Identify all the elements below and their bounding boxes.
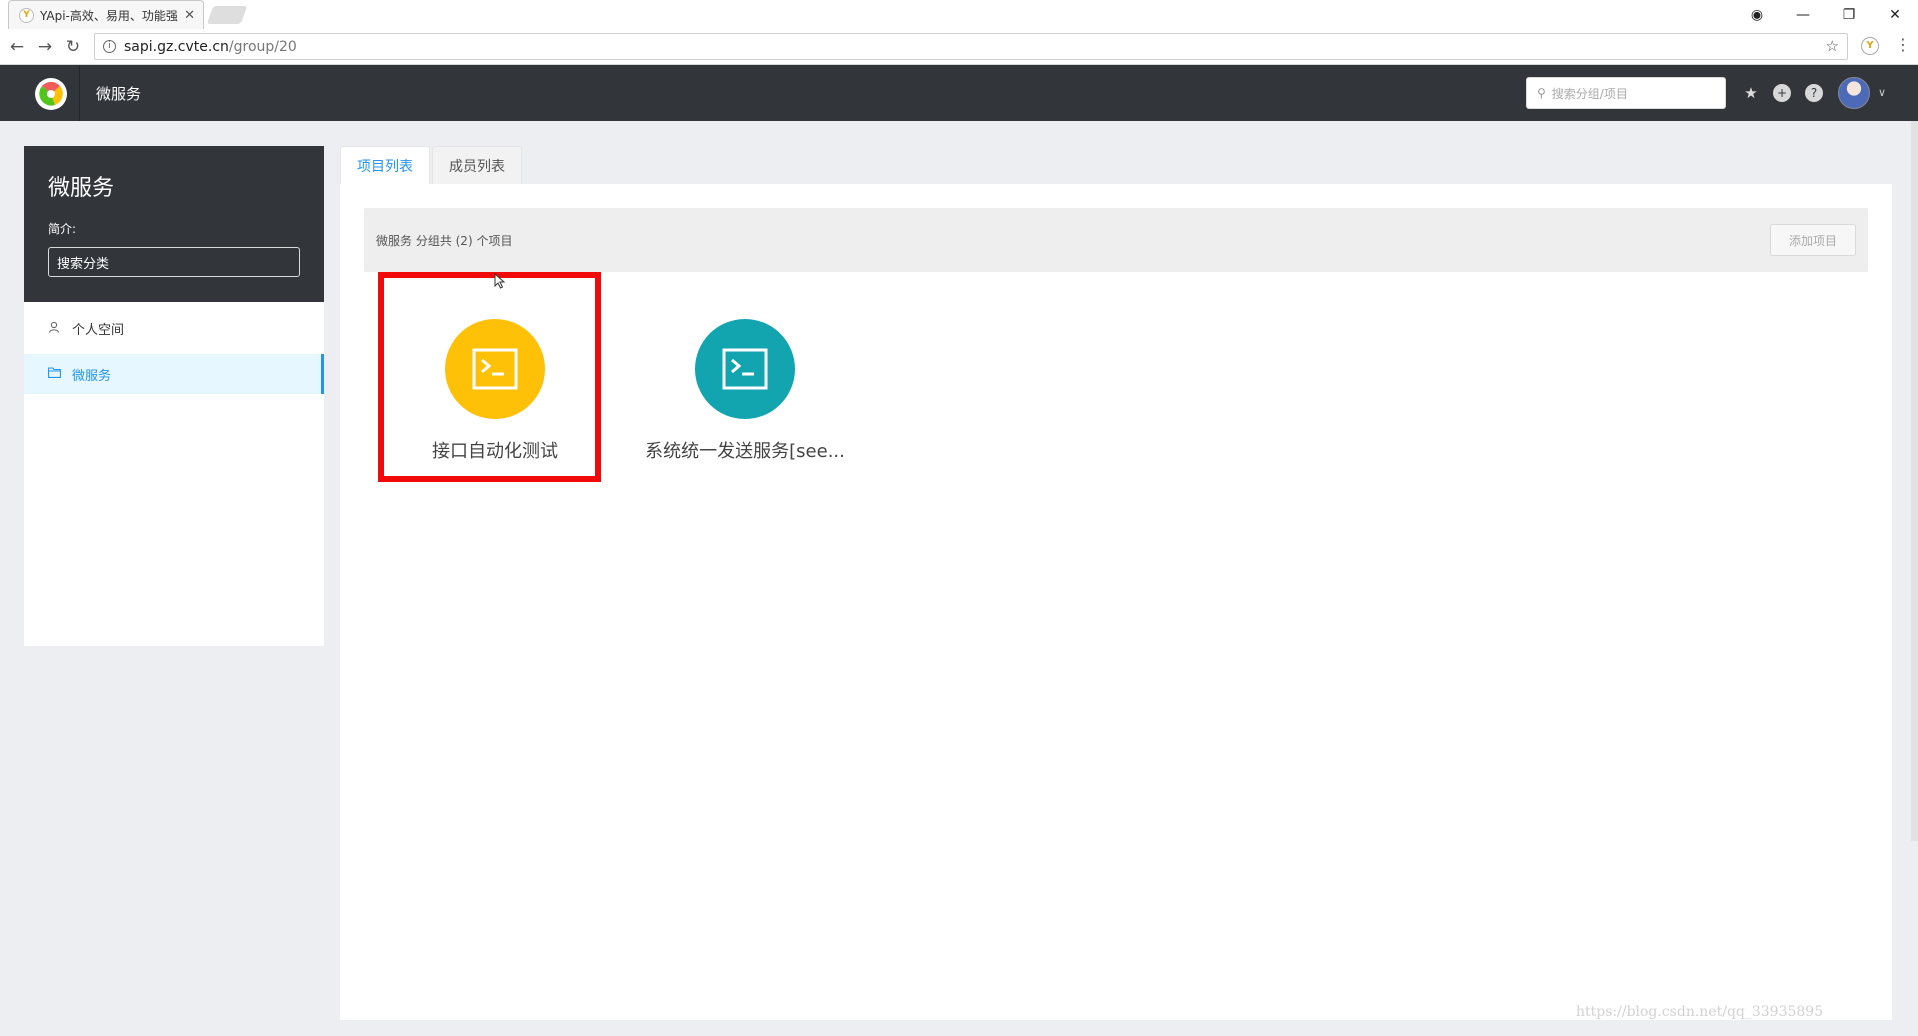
close-window-icon[interactable]: ✕	[1872, 7, 1918, 23]
sidebar-item-personal-space[interactable]: 个人空间	[24, 308, 324, 348]
sidebar-item-label: 个人空间	[72, 322, 125, 338]
add-project-button[interactable]: 添加项目	[1770, 224, 1856, 256]
group-name: 微服务	[48, 176, 115, 201]
yapi-logo-icon[interactable]	[35, 78, 67, 110]
avatar[interactable]	[1838, 77, 1870, 109]
search-icon: ⚲	[1537, 86, 1546, 100]
project-count-text: 微服务 分组共 (2) 个项目	[376, 233, 513, 248]
new-tab-button[interactable]	[206, 6, 248, 24]
category-search-input[interactable]: 搜索分类	[48, 247, 300, 277]
url-path: /group/20	[228, 38, 297, 55]
sidebar-header: 微服务 简介: 搜索分类	[24, 146, 324, 302]
back-icon[interactable]: ←	[6, 36, 28, 58]
add-circle-icon[interactable]: +	[1773, 84, 1791, 102]
help-icon[interactable]: ?	[1805, 84, 1823, 102]
tab-member-list[interactable]: 成员列表	[432, 146, 522, 184]
terminal-icon	[472, 348, 518, 390]
app-header: 微服务 ⚲ 搜索分组/项目 ★ + ? ∨	[0, 65, 1918, 121]
browser-tab-title: YApi-高效、易用、功能强	[40, 8, 178, 23]
project-name[interactable]: 接口自动化测试	[432, 437, 558, 463]
profile-icon[interactable]: ◉	[1734, 7, 1780, 23]
yapi-favicon-icon: Y	[19, 7, 34, 23]
sidebar-item-microservice[interactable]: 微服务	[24, 354, 324, 394]
url-host: sapi.gz.cvte.cn	[124, 38, 229, 55]
group-description-label: 简介:	[48, 222, 77, 236]
chevron-down-icon[interactable]: ∨	[1878, 86, 1886, 99]
star-icon[interactable]: ★	[1742, 84, 1760, 102]
page-scrollbar[interactable]	[1911, 121, 1918, 841]
reload-icon[interactable]: ↻	[62, 36, 84, 58]
project-logo[interactable]	[445, 319, 545, 419]
browser-tabstrip: Y YApi-高效、易用、功能强 ✕ ◉ — ❐ ✕	[0, 0, 1918, 29]
restore-icon[interactable]: ❐	[1826, 7, 1872, 23]
minimize-icon[interactable]: —	[1780, 7, 1826, 23]
browser-tab[interactable]: Y YApi-高效、易用、功能强 ✕	[8, 0, 204, 29]
terminal-icon	[722, 348, 768, 390]
tab-project-list[interactable]: 项目列表	[340, 146, 430, 184]
content-tabs: 项目列表 成员列表	[340, 146, 524, 184]
project-summary-bar: 微服务 分组共 (2) 个项目 添加项目	[364, 208, 1868, 272]
info-icon[interactable]: i	[103, 40, 116, 53]
forward-icon[interactable]: →	[34, 36, 56, 58]
header-divider	[79, 65, 80, 121]
watermark: https://blog.csdn.net/qq_33935895	[1576, 1004, 1824, 1020]
window-controls: ◉ — ❐ ✕	[1734, 0, 1918, 29]
close-icon[interactable]: ✕	[184, 8, 195, 23]
project-list-panel: 微服务 分组共 (2) 个项目 添加项目 接口自动化测试 系统统一发送服务[se…	[340, 184, 1892, 1020]
sidebar-item-label: 微服务	[72, 368, 112, 384]
project-logo[interactable]	[695, 319, 795, 419]
user-icon	[48, 321, 62, 336]
mouse-cursor-icon	[494, 272, 506, 293]
category-search-placeholder: 搜索分类	[57, 256, 110, 272]
browser-toolbar: ← → ↻ i sapi.gz.cvte.cn/group/20 ☆ Y ⋮	[0, 29, 1918, 65]
kebab-menu-icon[interactable]: ⋮	[1895, 35, 1911, 54]
project-card[interactable]: 系统统一发送服务[see...	[640, 309, 850, 479]
project-name[interactable]: 系统统一发送服务[see...	[645, 437, 845, 463]
yapi-extension-icon[interactable]: Y	[1861, 37, 1879, 55]
address-bar[interactable]: i sapi.gz.cvte.cn/group/20 ☆	[94, 33, 1848, 60]
header-search-input[interactable]: ⚲ 搜索分组/项目	[1526, 77, 1726, 109]
project-card[interactable]: 接口自动化测试	[390, 309, 600, 479]
group-sidebar: 微服务 简介: 搜索分类 个人空间 微服务	[24, 146, 324, 646]
header-breadcrumb[interactable]: 微服务	[96, 83, 141, 104]
header-search-placeholder: 搜索分组/项目	[1551, 86, 1628, 101]
bookmark-star-icon[interactable]: ☆	[1826, 37, 1839, 55]
folder-icon	[48, 367, 62, 381]
